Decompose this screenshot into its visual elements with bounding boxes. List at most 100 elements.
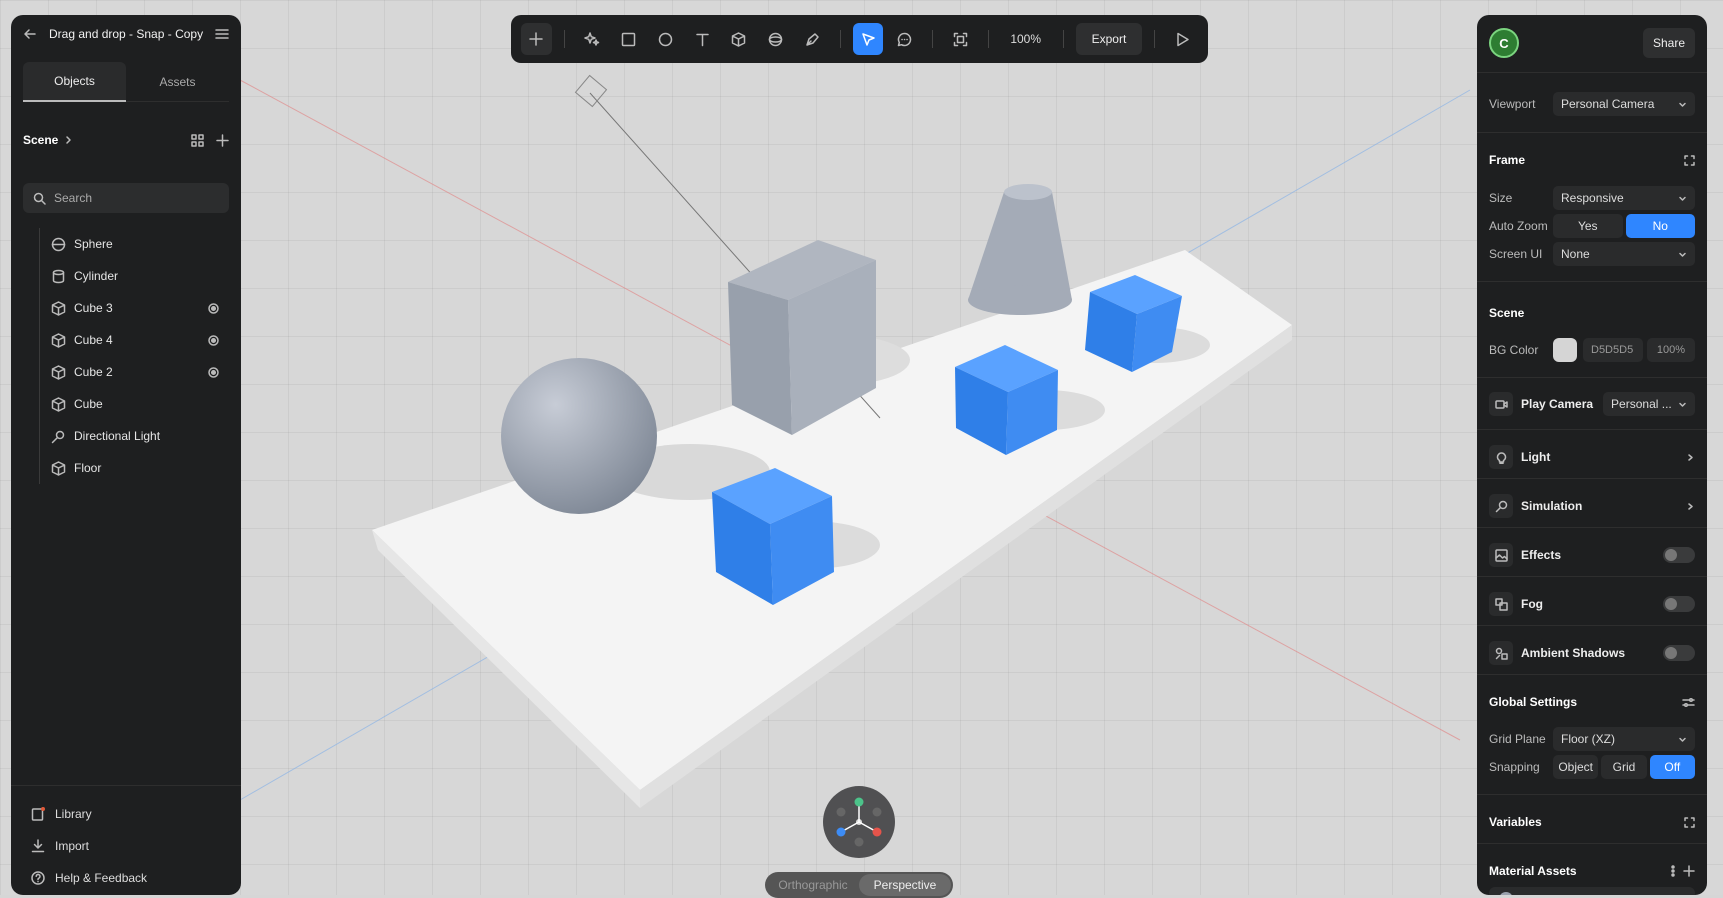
- target-marker-icon[interactable]: [208, 366, 219, 378]
- chevron-right-icon: [64, 135, 191, 145]
- auto-zoom-no[interactable]: No: [1625, 214, 1695, 238]
- tree-item-cube-2[interactable]: Cube 2: [27, 356, 237, 388]
- section-divider: [1477, 429, 1707, 430]
- axis-gizmo[interactable]: [823, 786, 895, 858]
- plus-icon: [529, 32, 544, 46]
- tree-item-cube-4[interactable]: Cube 4: [27, 324, 237, 356]
- select-tool-button[interactable]: [852, 23, 884, 55]
- toolbar-divider: [1062, 30, 1064, 48]
- tab-assets[interactable]: Assets: [126, 62, 229, 102]
- help-feedback-link[interactable]: Help & Feedback: [31, 862, 221, 894]
- perspective-option[interactable]: Perspective: [859, 874, 951, 896]
- export-button[interactable]: Export: [1075, 23, 1143, 55]
- tab-objects[interactable]: Objects: [23, 62, 126, 102]
- snapping-grid[interactable]: Grid: [1601, 755, 1647, 779]
- ambient-shadows-row: Ambient Shadows: [1489, 639, 1695, 667]
- orthographic-option[interactable]: Orthographic: [767, 874, 859, 896]
- play-camera-select[interactable]: Personal ...: [1603, 392, 1695, 416]
- frame-section-header: Frame: [1489, 153, 1695, 167]
- sliders-icon[interactable]: [1682, 696, 1695, 709]
- play-camera-label: Play Camera: [1521, 397, 1594, 411]
- size-select[interactable]: Responsive: [1553, 186, 1695, 210]
- chevron-right-icon: [1686, 453, 1695, 462]
- tree-item-label: Directional Light: [74, 429, 161, 443]
- help-icon: [31, 871, 45, 885]
- menu-icon[interactable]: [215, 27, 229, 41]
- search-input[interactable]: Search: [23, 183, 229, 213]
- ai-tool-button[interactable]: [577, 23, 608, 55]
- snapping-off[interactable]: Off: [1649, 755, 1695, 779]
- text-tool-button[interactable]: [687, 23, 718, 55]
- section-divider: [1477, 576, 1707, 577]
- snapping-toggle: Object Grid Off: [1553, 755, 1695, 779]
- section-divider: [1477, 794, 1707, 795]
- tree-item-cylinder[interactable]: Cylinder: [27, 260, 237, 292]
- viewport-label: Viewport: [1489, 97, 1536, 111]
- snapping-object[interactable]: Object: [1553, 755, 1599, 779]
- viewport-canvas[interactable]: [0, 0, 1723, 895]
- auto-zoom-yes[interactable]: Yes: [1553, 214, 1623, 238]
- simulation-row[interactable]: Simulation: [1489, 492, 1695, 520]
- grid-plane-value: Floor (XZ): [1561, 732, 1615, 746]
- tree-item-floor[interactable]: Floor: [27, 452, 237, 484]
- rectangle-tool-button[interactable]: [613, 23, 644, 55]
- tree-item-sphere[interactable]: Sphere: [27, 228, 237, 260]
- fog-toggle[interactable]: [1663, 596, 1695, 612]
- global-settings-header: Global Settings: [1489, 695, 1695, 709]
- add-object-icon[interactable]: [216, 133, 229, 147]
- frame-tool-button[interactable]: [945, 23, 976, 55]
- global-settings-title: Global Settings: [1489, 695, 1578, 709]
- bg-color-swatch[interactable]: [1553, 338, 1577, 362]
- zoom-level[interactable]: 100%: [1001, 32, 1051, 46]
- cone-object[interactable]: [968, 192, 1072, 300]
- bg-color-label: BG Color: [1489, 343, 1539, 357]
- download-icon: [31, 839, 45, 853]
- toolbar-divider: [563, 30, 565, 48]
- bg-opacity-input[interactable]: 100%: [1647, 338, 1695, 362]
- right-panel: C Share Viewport Personal Camera Frame S…: [1477, 15, 1707, 895]
- share-button[interactable]: Share: [1642, 28, 1695, 58]
- expand-icon[interactable]: [1684, 816, 1695, 828]
- main-toolbar: 100% Export: [511, 15, 1208, 63]
- cursor-icon: [861, 32, 876, 47]
- target-marker-icon[interactable]: [208, 302, 219, 314]
- light-row[interactable]: Light: [1489, 443, 1695, 471]
- more-vertical-icon[interactable]: [1671, 865, 1675, 877]
- viewport-select[interactable]: Personal Camera: [1553, 92, 1695, 116]
- add-material-icon[interactable]: [1683, 865, 1695, 877]
- pen-tool-button[interactable]: [797, 23, 828, 55]
- sphere-tool-button[interactable]: [760, 23, 791, 55]
- image-effects-icon: [1489, 543, 1513, 567]
- tree-item-directional-light[interactable]: Directional Light: [27, 420, 237, 452]
- target-marker-icon[interactable]: [208, 334, 219, 346]
- avatar[interactable]: C: [1489, 28, 1519, 58]
- screen-ui-select[interactable]: None: [1553, 242, 1695, 266]
- tree-item-cube[interactable]: Cube: [27, 388, 237, 420]
- comment-tool-button[interactable]: [889, 23, 920, 55]
- grid-plane-select[interactable]: Floor (XZ): [1553, 727, 1695, 751]
- toolbar-divider: [932, 30, 934, 48]
- scene-label[interactable]: Scene: [23, 133, 58, 147]
- chevron-down-icon: [1678, 735, 1687, 744]
- bg-color-hex-input[interactable]: D5D5D5: [1583, 338, 1643, 362]
- square-icon: [621, 32, 636, 47]
- add-button[interactable]: [521, 23, 552, 55]
- light-label: Light: [1521, 450, 1551, 464]
- expand-icon[interactable]: [1684, 154, 1695, 166]
- grid-plane-row: Grid Plane Floor (XZ): [1489, 727, 1695, 751]
- tree-item-label: Cube: [74, 397, 103, 411]
- cube-tool-button[interactable]: [724, 23, 755, 55]
- cube-icon: [51, 332, 66, 348]
- ambient-shadows-toggle[interactable]: [1663, 645, 1695, 661]
- library-link[interactable]: Library: [31, 798, 221, 830]
- tree-item-cube-3[interactable]: Cube 3: [27, 292, 237, 324]
- material-item[interactable]: grey: [1489, 887, 1695, 895]
- grid-view-icon[interactable]: [191, 133, 204, 147]
- effects-toggle[interactable]: [1663, 547, 1695, 563]
- sphere-object[interactable]: [501, 358, 657, 514]
- play-button[interactable]: [1167, 23, 1198, 55]
- back-arrow-icon[interactable]: [23, 27, 37, 41]
- section-divider: [1477, 674, 1707, 675]
- ellipse-tool-button[interactable]: [650, 23, 681, 55]
- import-link[interactable]: Import: [31, 830, 221, 862]
